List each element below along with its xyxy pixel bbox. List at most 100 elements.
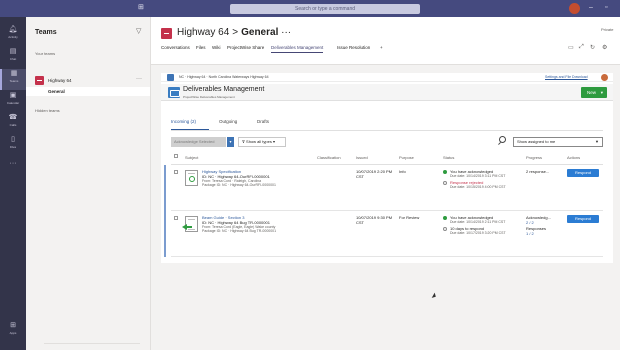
rail-item-files[interactable]: ▯ Files xyxy=(0,135,26,156)
deliverables-icon xyxy=(168,87,180,98)
tab-outgoing[interactable]: Outgoing xyxy=(219,119,237,124)
divider xyxy=(171,130,603,131)
acknowledged-count[interactable]: 2 / 2 xyxy=(526,220,534,225)
settings-download-link[interactable]: Settings and File Download xyxy=(545,75,588,79)
clock-icon xyxy=(443,181,447,185)
responses-count[interactable]: 1 / 2 xyxy=(526,231,534,236)
row-checkbox[interactable] xyxy=(174,216,178,220)
deliverables-subtitle: ProjectWise Deliverables Management xyxy=(183,95,235,99)
teams-pane: Teams ▽ Your teams Highway 64 ··· Genera… xyxy=(26,17,151,350)
channel-title: Highway 64 > General ··· xyxy=(177,27,292,38)
row-checkbox[interactable] xyxy=(174,170,178,174)
tab-files[interactable]: Files xyxy=(196,45,206,50)
tab-wiki[interactable]: Wiki xyxy=(212,45,221,50)
tab-incoming[interactable]: Incoming (2) xyxy=(171,119,196,124)
search-icon[interactable] xyxy=(498,135,508,147)
check-circle-icon xyxy=(443,216,447,220)
rail-item-apps[interactable]: ⊞ Apps xyxy=(0,321,26,342)
project-breadcrumb: NC · Highway 64 · North Carolina Waterwa… xyxy=(179,75,269,79)
settings-icon[interactable]: ⚙ xyxy=(602,44,607,51)
chevron-down-icon: ▼ xyxy=(595,139,599,144)
phone-icon: ☎ xyxy=(8,114,18,121)
new-button[interactable]: New ▾ xyxy=(581,87,607,98)
team-more-button[interactable]: ··· xyxy=(136,76,142,82)
column-header-progress[interactable]: Progress xyxy=(526,155,542,160)
purpose-cell: For Review xyxy=(399,215,420,220)
app-rail: 🔔︎ Activity ▤ Chat ▦ Teams ▣ Calendar ☎ … xyxy=(0,17,26,350)
expand-icon[interactable]: ⤢ xyxy=(579,44,584,51)
hidden-teams-item[interactable]: Hidden teams xyxy=(35,108,60,113)
chevron-down-icon: ▾ xyxy=(600,90,603,95)
column-header-classification[interactable]: Classification xyxy=(317,155,341,160)
issued-cell: 10/07/2019 2:20 PM CST xyxy=(356,169,393,179)
rail-item-calendar[interactable]: ▣ Calendar xyxy=(0,91,26,112)
row-accent xyxy=(164,211,166,257)
refresh-icon[interactable]: ↻ xyxy=(590,44,595,51)
status-due-date: Due date: 10/14/2019 3:11 PM CST xyxy=(450,174,506,178)
team-logo xyxy=(35,76,44,85)
rail-item-chat[interactable]: ▤ Chat xyxy=(0,47,26,68)
chevron-down-icon[interactable]: ▾ xyxy=(227,137,234,147)
respond-button[interactable]: Respond xyxy=(567,215,599,223)
more-apps-button[interactable]: ··· xyxy=(0,159,26,180)
assigned-filter-select[interactable]: Show assigned to me ▼ xyxy=(513,137,603,147)
subject-package: Package ID: NC · Highway 64-OurRFI-00000… xyxy=(202,183,276,187)
projectwise-topbar: NC · Highway 64 · North Carolina Waterwa… xyxy=(161,73,613,82)
maximize-icon[interactable]: ▫ xyxy=(605,3,607,13)
projectwise-avatar[interactable] xyxy=(601,74,608,81)
meet-icon[interactable]: ▭ xyxy=(568,44,574,51)
add-tab-button[interactable]: + xyxy=(380,45,383,50)
tab-deliverables-management[interactable]: Deliverables Management xyxy=(271,45,324,53)
channel-more-button[interactable]: ··· xyxy=(281,27,291,38)
team-item-highway-64[interactable]: Highway 64 ··· xyxy=(26,75,151,87)
team-name: Highway 64 xyxy=(48,78,72,83)
rail-item-teams[interactable]: ▦ Teams xyxy=(0,69,26,90)
progress-cell: 2 response... xyxy=(526,169,550,174)
calendar-icon: ▣ xyxy=(9,92,17,99)
pane-title: Teams xyxy=(35,29,57,36)
column-header-status[interactable]: Status xyxy=(443,155,454,160)
teams-icon: ▦ xyxy=(10,70,18,77)
clock-icon xyxy=(443,227,447,231)
filter-icon[interactable]: ▽ xyxy=(136,27,141,35)
issued-cell: 10/07/2019 9:30 PM CST xyxy=(356,215,393,225)
search-input[interactable]: Search or type a command xyxy=(230,4,420,14)
main-area: Highway 64 > General ··· Private Conversat… xyxy=(151,17,620,350)
acknowledge-selected-button[interactable]: Acknowledge Selected xyxy=(171,137,226,147)
title-bar: ⊞ Search or type a command – ▫ xyxy=(0,0,620,17)
compose-icon[interactable]: ⊞ xyxy=(138,3,144,13)
table-row[interactable]: Beam Guide · Section 3 ID: NC · Highway … xyxy=(164,211,603,257)
table-row[interactable]: Highway Specification ID: NC · Highway 6… xyxy=(164,165,603,211)
channel-header: Highway 64 > General ··· Private Conversat… xyxy=(151,17,620,65)
type-filter-button[interactable]: ⊽ Show all types ▾ xyxy=(238,137,286,147)
transmittal-toolbar: Acknowledge Selected ▾ ⊽ Show all types … xyxy=(171,135,603,147)
file-icon: ▯ xyxy=(11,136,15,143)
team-logo-large xyxy=(161,28,172,39)
rail-item-calls[interactable]: ☎ Calls xyxy=(0,113,26,134)
user-avatar[interactable] xyxy=(569,3,580,14)
tab-conversations[interactable]: Conversations xyxy=(161,45,190,50)
tab-projectwise-share[interactable]: ProjectWise Share xyxy=(227,45,264,50)
tab-issue-resolution[interactable]: Issue Resolution xyxy=(337,45,370,50)
row-accent xyxy=(164,165,166,211)
column-header-issued[interactable]: Issued xyxy=(356,155,368,160)
status-due-date: Due date: 10/15/2019 4:00 PM CST xyxy=(450,185,506,189)
column-header-purpose[interactable]: Purpose xyxy=(399,155,414,160)
respond-button[interactable]: Respond xyxy=(567,169,599,177)
rail-item-activity[interactable]: 🔔︎ Activity xyxy=(0,25,26,46)
minimize-icon[interactable]: – xyxy=(589,3,593,13)
document-icon xyxy=(185,170,198,186)
channel-item-general[interactable]: General xyxy=(26,87,150,96)
status-due-date: Due date: 10/17/2019 3:20 PM CST xyxy=(450,231,506,235)
column-header-subject[interactable]: Subject xyxy=(185,155,198,160)
bell-icon: 🔔︎ xyxy=(8,26,18,33)
projectwise-logo xyxy=(167,74,174,81)
column-header-actions: Actions xyxy=(567,155,581,160)
apps-icon: ⊞ xyxy=(10,322,16,329)
tab-drafts[interactable]: Drafts xyxy=(257,119,269,124)
subject-package: Package ID: NC · Highway 64 Bug TR-00000… xyxy=(202,229,277,233)
channel-name: General xyxy=(48,89,65,94)
deliverables-title: Deliverables Management xyxy=(183,86,265,93)
document-arrow-icon xyxy=(182,216,198,232)
select-all-checkbox[interactable] xyxy=(174,154,178,158)
